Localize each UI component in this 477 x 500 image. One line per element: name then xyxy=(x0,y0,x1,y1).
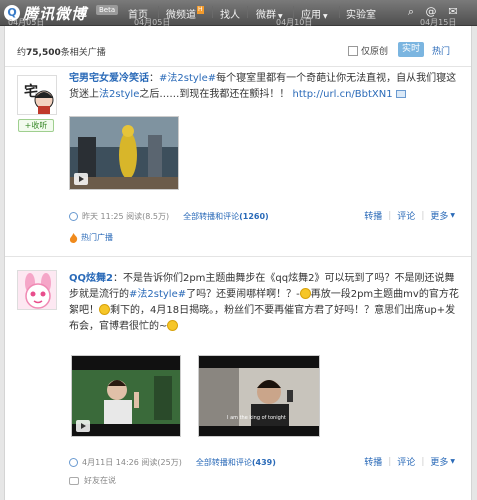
filter-bar: 约75,500条相关广播 仅原创 实时 热门 xyxy=(5,40,471,62)
all-reposts-link[interactable]: 全部转播和评论(439) xyxy=(196,457,276,468)
friends-talking-row: 好友在说 xyxy=(69,475,116,486)
more-button[interactable]: 更多 xyxy=(430,455,448,468)
post-text-part: 了吗？还要闹哪样啊！？- xyxy=(186,289,300,300)
all-reposts-label: 全部转播和评论 xyxy=(183,211,240,221)
post-content: 宅男宅女爱冷笑话：#法2style#每个寝室里都有一个奇葩让你无法直视，自从我们… xyxy=(69,71,461,103)
comment-button[interactable]: 评论 xyxy=(397,455,415,468)
nav-find-people[interactable]: 找人 xyxy=(220,6,240,21)
play-icon[interactable] xyxy=(74,173,88,185)
flame-icon xyxy=(69,232,78,243)
action-divider: | xyxy=(388,210,392,221)
wink-emoji-icon xyxy=(99,304,110,315)
repost-button[interactable]: 转播 xyxy=(364,209,382,222)
video-caption: I am the king of tonight xyxy=(227,415,286,421)
chevron-down-icon[interactable]: ▼ xyxy=(450,458,455,465)
globe-icon xyxy=(69,211,78,221)
video-thumbnail[interactable] xyxy=(71,355,181,437)
chevron-down-icon[interactable]: ▼ xyxy=(450,212,455,219)
keyword-link[interactable]: 法2style xyxy=(99,89,139,100)
all-reposts-label: 全部转播和评论 xyxy=(195,457,252,467)
post-text-part: ： xyxy=(112,273,123,284)
read-count: 阅读(25万) xyxy=(141,457,182,467)
nav-channels[interactable]: 微频道H xyxy=(166,6,204,21)
chevron-down-icon: ▼ xyxy=(323,13,328,20)
original-only-label: 仅原创 xyxy=(361,47,389,57)
original-only-toggle[interactable]: 仅原创 xyxy=(348,44,388,57)
hot-broadcast-row: 热门广播 xyxy=(69,232,113,243)
hot-broadcast-link[interactable]: 热门广播 xyxy=(81,232,113,243)
count-prefix: 约 xyxy=(17,48,27,58)
hot-badge: H xyxy=(197,6,204,14)
follow-button[interactable]: +收听 xyxy=(18,119,54,132)
nav-divider xyxy=(247,6,248,18)
video-thumbnail[interactable]: I am the king of tonight xyxy=(198,355,320,437)
video-thumbnail[interactable] xyxy=(69,116,179,190)
repost-button[interactable]: 转播 xyxy=(364,455,382,468)
result-count: 约75,500条相关广播 xyxy=(17,45,106,58)
post-time[interactable]: 11:25 xyxy=(101,212,124,221)
avatar[interactable] xyxy=(17,270,57,310)
globe-icon xyxy=(69,457,78,467)
grin-emoji-icon xyxy=(167,320,179,331)
tab-popular[interactable]: 热门 xyxy=(432,44,450,57)
comment-button[interactable]: 评论 xyxy=(397,209,415,222)
action-divider: | xyxy=(421,210,425,221)
avatar[interactable]: 宅 xyxy=(17,75,57,115)
read-count: 阅读(8.5万) xyxy=(126,211,170,221)
beta-badge: Beta xyxy=(96,5,119,15)
image-icon xyxy=(395,90,406,98)
nav-divider xyxy=(212,6,213,18)
hashtag-link[interactable]: #法2style# xyxy=(129,289,186,300)
all-reposts-link[interactable]: 全部转播和评论(1260) xyxy=(183,211,269,222)
friends-talking-label[interactable]: 好友在说 xyxy=(84,475,116,486)
nav-lab[interactable]: 实验室 xyxy=(346,6,376,21)
post-content: QQ炫舞2：不是告诉你们2pm主题曲舞步在《qq炫舞2》可以玩到了吗？不是刚还说… xyxy=(69,271,461,335)
original-only-checkbox[interactable] xyxy=(348,45,358,56)
search-icon[interactable]: ⌕ xyxy=(404,5,418,19)
nav-divider xyxy=(339,6,340,18)
post-actions: 转播 | 评论 | 更多 ▼ xyxy=(364,209,455,223)
post-time[interactable]: 4月11日 14:26 xyxy=(82,457,139,468)
post-meta: 昨天 11:25 阅读(8.5万) 全部转播和评论(1260) 转播 | 评论 | … xyxy=(69,209,465,223)
count-value: 75,500 xyxy=(26,48,61,58)
hashtag-link[interactable]: #法2style# xyxy=(159,73,216,84)
divider xyxy=(5,66,471,67)
all-reposts-count: (1260) xyxy=(239,211,269,221)
play-icon[interactable] xyxy=(76,420,90,432)
post-author[interactable]: 宅男宅女爱冷笑话 xyxy=(69,73,149,84)
post-text-part: 剩下的，4月18日揭晓。，粉丝们不要再催官方君了好吗！？意思们出席up+发布会，… xyxy=(69,305,456,332)
nav-groups-label: 微群 xyxy=(256,10,276,21)
post-actions: 转播 | 评论 | 更多 ▼ xyxy=(364,455,455,469)
post-author[interactable]: QQ炫舞2 xyxy=(69,273,113,284)
laughing-emoji-icon xyxy=(299,288,311,299)
all-reposts-count: (439) xyxy=(251,457,276,467)
timeline-panel: 约75,500条相关广播 仅原创 实时 热门 宅 +收听 宅男宅女爱冷笑话：#法… xyxy=(4,26,472,500)
more-button[interactable]: 更多 xyxy=(430,209,448,222)
short-url-link[interactable]: http://url.cn/BbtXN1 xyxy=(293,89,393,100)
nav-channels-label: 微频道 xyxy=(166,10,196,21)
post-text-part: ： xyxy=(149,73,159,84)
chat-icon xyxy=(69,476,79,485)
post-text-part: 之后……到现在我都还在颤抖！！ xyxy=(139,89,290,100)
count-suffix: 条相关广播 xyxy=(60,48,106,58)
action-divider: | xyxy=(421,456,425,467)
action-divider: | xyxy=(388,456,392,467)
post-meta: 4月11日 14:26 阅读(25万) 全部转播和评论(439) 转播 | 评论 |… xyxy=(69,455,465,469)
top-nav-bar: Q 腾讯微博 Beta 首页 微频道H 找人 微群 ▼ 应用 ▼ 实验室 ⌕ @ ✉… xyxy=(0,0,477,27)
divider xyxy=(5,256,471,257)
post-time-prefix: 昨天 xyxy=(82,211,98,221)
tab-realtime[interactable]: 实时 xyxy=(398,42,424,57)
